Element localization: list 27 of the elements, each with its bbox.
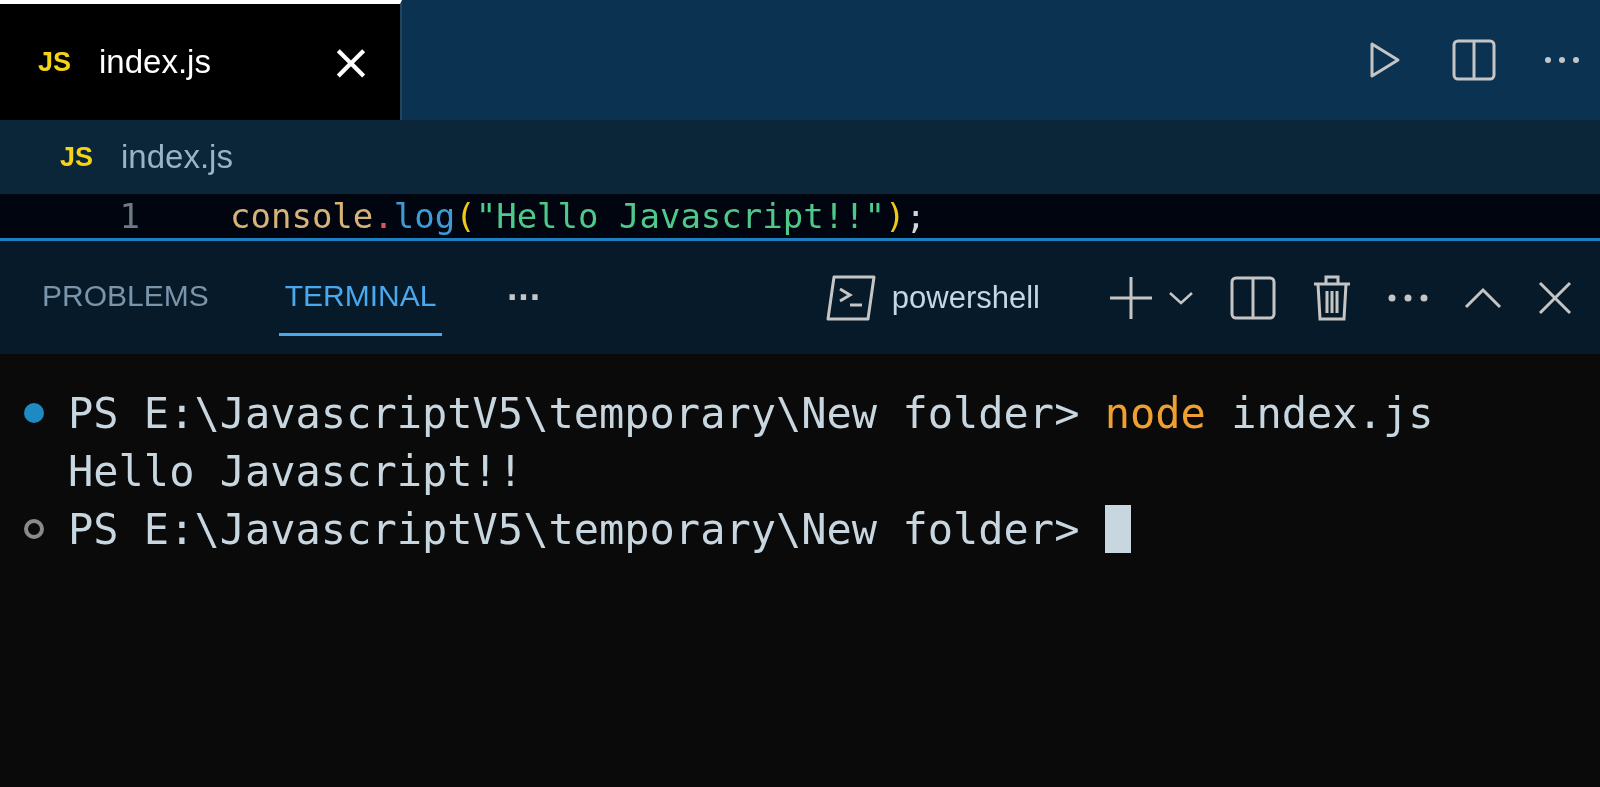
more-icon[interactable] [1388, 293, 1428, 302]
chevron-down-icon[interactable] [1168, 289, 1194, 306]
code-line: console.log("Hello Javascript!!"); [230, 195, 927, 238]
command-status-dot[interactable] [24, 403, 44, 423]
plus-icon[interactable] [1108, 274, 1154, 321]
terminal-icon [825, 274, 876, 321]
more-icon[interactable] [1544, 56, 1580, 64]
trash-icon[interactable] [1312, 273, 1352, 322]
terminal-line: PS E:\JavascriptV5\temporary\New folder> [68, 504, 1081, 554]
close-icon[interactable] [1538, 280, 1572, 315]
more-tabs-button[interactable]: ··· [506, 280, 541, 315]
split-editor-icon[interactable] [1452, 39, 1496, 81]
tab-label: index.js [99, 43, 211, 81]
command-status-dot[interactable] [24, 519, 44, 539]
panel-tab[interactable]: PROBLEMS [36, 259, 215, 336]
js-file-icon: JS [38, 46, 72, 78]
panel-tab[interactable]: TERMINAL [278, 259, 443, 336]
terminal-shell-name[interactable]: powershell [891, 279, 1040, 316]
terminal-line: PS E:\JavascriptV5\temporary\New folder> node index.js [68, 388, 1434, 438]
close-icon[interactable]: × [330, 37, 372, 87]
line-number: 1 [118, 195, 141, 238]
js-file-icon: JS [60, 141, 94, 173]
terminal-line: Hello Javascript!! [68, 446, 524, 496]
split-terminal-icon[interactable] [1230, 275, 1276, 320]
breadcrumb-item[interactable]: index.js [121, 138, 233, 176]
editor-tab[interactable]: JS index.js × [0, 0, 402, 120]
maximize-panel-icon[interactable] [1464, 286, 1502, 309]
